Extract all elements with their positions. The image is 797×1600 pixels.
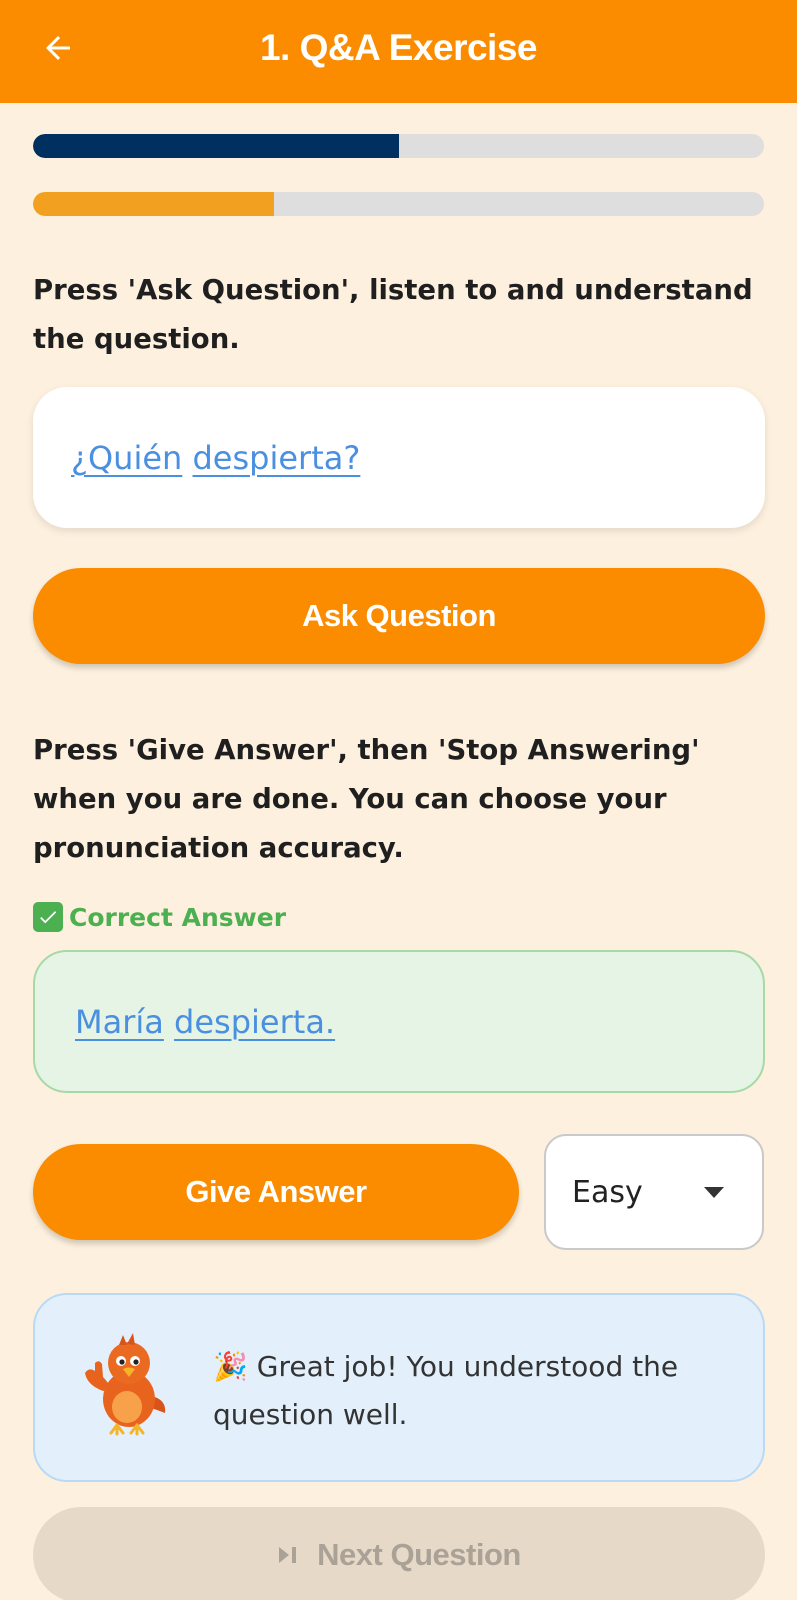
overall-progress-bar <box>33 134 764 158</box>
difficulty-select[interactable]: Easy <box>544 1134 764 1250</box>
correct-answer-label: Correct Answer <box>33 900 286 934</box>
ask-question-button[interactable]: Ask Question <box>33 568 765 664</box>
correct-answer-text: Correct Answer <box>69 902 287 932</box>
answer-word[interactable]: despierta. <box>174 1003 335 1041</box>
bird-mascot-icon <box>85 1333 166 1436</box>
give-answer-button[interactable]: Give Answer <box>33 1144 519 1240</box>
check-mark-icon <box>33 902 63 932</box>
step-progress-fill <box>33 192 275 216</box>
app-bar: 1. Q&A Exercise <box>0 0 797 103</box>
feedback-text: Great job! You understood the question w… <box>213 1350 679 1431</box>
next-question-button[interactable]: Next Question <box>33 1507 765 1600</box>
feedback-card: 🎉 Great job! You understood the question… <box>33 1293 765 1482</box>
page-title: 1. Q&A Exercise <box>259 26 538 68</box>
next-question-label: Next Question <box>317 1537 521 1572</box>
question-text: ¿Quién despierta? <box>71 439 360 477</box>
skip-next-icon <box>279 1547 297 1563</box>
difficulty-value: Easy <box>572 1174 643 1210</box>
question-word[interactable]: despierta? <box>192 439 360 477</box>
arrow-left-icon <box>46 36 70 60</box>
feedback-message: 🎉 Great job! You understood the question… <box>213 1343 743 1439</box>
answer-instruction: Press 'Give Answer', then 'Stop Answerin… <box>33 734 700 864</box>
question-instruction: Press 'Ask Question', listen to and unde… <box>33 274 753 355</box>
back-button[interactable] <box>38 28 78 68</box>
question-card: ¿Quién despierta? <box>33 387 765 528</box>
question-word[interactable]: ¿Quién <box>71 439 182 477</box>
answer-card: María despierta. <box>33 950 765 1093</box>
answer-word[interactable]: María <box>75 1003 164 1041</box>
step-progress-bar <box>33 192 764 216</box>
party-popper-icon: 🎉 <box>213 1350 248 1383</box>
dropdown-arrow-icon <box>704 1187 724 1198</box>
answer-text: María despierta. <box>75 1003 335 1041</box>
overall-progress-fill <box>33 134 399 158</box>
